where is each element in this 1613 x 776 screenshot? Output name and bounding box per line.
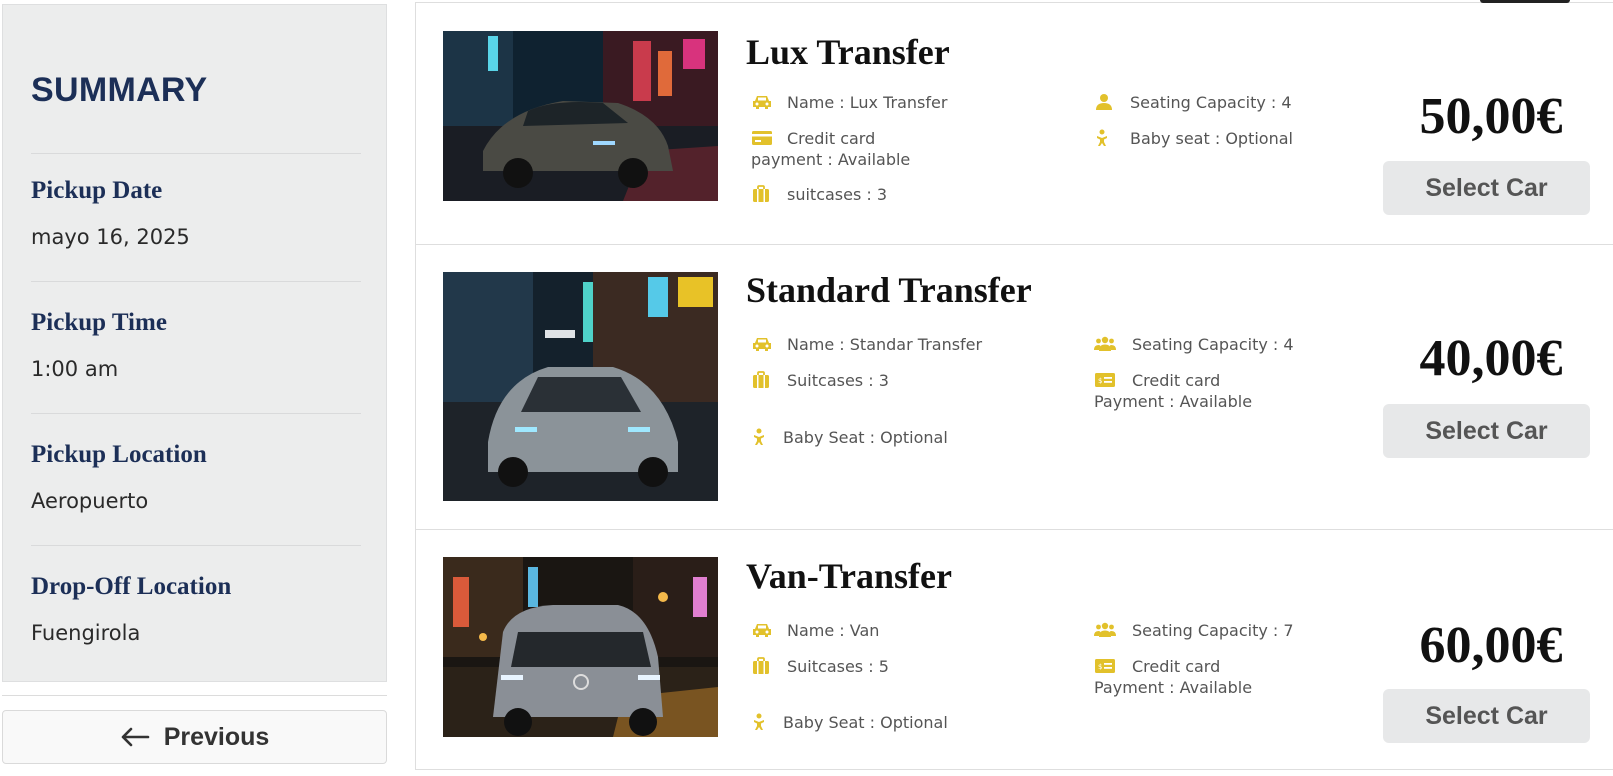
feature-baby-seat: Baby Seat : Optional xyxy=(751,712,948,733)
feature-name-text: Name : Van xyxy=(787,621,880,640)
feature-name-text: Name : Standar Transfer xyxy=(787,335,983,354)
svg-text:$: $ xyxy=(1098,663,1102,671)
dropoff-location-value: Fuengirola xyxy=(31,621,141,645)
summary-panel: SUMMARY Pickup Date mayo 16, 2025 Pickup… xyxy=(2,4,387,682)
feature-payment-text-2: Payment : Available xyxy=(1094,392,1253,411)
divider xyxy=(31,413,361,414)
divider xyxy=(31,281,361,282)
car-icon xyxy=(751,335,773,353)
summary-title: SUMMARY xyxy=(31,71,208,109)
select-car-button[interactable]: Select Car xyxy=(1383,689,1590,743)
feature-payment-text-2: payment : Available xyxy=(751,150,911,169)
previous-label: Previous xyxy=(163,722,270,751)
price: 40,00€ xyxy=(1419,330,1563,387)
car-name: Van-Transfer xyxy=(746,556,952,596)
feature-seats: Seating Capacity : 7 xyxy=(1094,620,1294,641)
pickup-time-value: 1:00 am xyxy=(31,357,119,381)
car-photo xyxy=(443,557,718,737)
feature-baby-seat: Baby Seat : Optional xyxy=(751,427,948,448)
feature-payment-text-2: Payment : Available xyxy=(1094,678,1253,697)
pickup-date-value: mayo 16, 2025 xyxy=(31,225,190,249)
feature-suitcases-text: suitcases : 3 xyxy=(787,185,888,204)
feature-payment: $ Credit card Payment : Available xyxy=(1094,656,1252,698)
feature-suitcases: Suitcases : 5 xyxy=(751,656,889,677)
feature-payment: $ Credit card Payment : Available xyxy=(1094,370,1252,412)
price: 60,00€ xyxy=(1419,617,1563,674)
price: 50,00€ xyxy=(1419,88,1563,145)
car-name: Standard Transfer xyxy=(746,270,1032,310)
feature-seats-text: Seating Capacity : 4 xyxy=(1130,93,1292,112)
feature-seats-text: Seating Capacity : 4 xyxy=(1132,335,1294,354)
divider xyxy=(31,153,361,154)
car-card-van: Van-Transfer Name : Van Suitcases : 5 Ba… xyxy=(416,529,1613,769)
suitcase-icon xyxy=(751,371,773,389)
feature-suitcases: Suitcases : 3 xyxy=(751,370,889,391)
select-car-button[interactable]: Select Car xyxy=(1383,404,1590,458)
feature-baby-text: Baby Seat : Optional xyxy=(783,713,948,732)
money-bill-icon: $ xyxy=(1094,657,1116,675)
feature-name: Name : Van xyxy=(751,620,879,641)
suitcase-icon xyxy=(751,657,773,675)
baby-icon xyxy=(751,428,773,446)
car-name: Lux Transfer xyxy=(746,32,950,72)
divider xyxy=(2,695,387,696)
car-card-lux: Lux Transfer Name : Lux Transfer Credit … xyxy=(416,3,1613,244)
divider xyxy=(31,545,361,546)
dropoff-location-label: Drop-Off Location xyxy=(31,573,232,600)
feature-baby-text: Baby Seat : Optional xyxy=(783,428,948,447)
feature-name: Name : Standar Transfer xyxy=(751,334,982,355)
header-tab-edge xyxy=(1480,0,1570,3)
arrow-left-icon xyxy=(120,727,150,747)
feature-suitcases-text: Suitcases : 3 xyxy=(787,371,889,390)
baby-icon xyxy=(1094,129,1116,147)
pickup-time-label: Pickup Time xyxy=(31,309,167,336)
money-bill-icon: $ xyxy=(1094,371,1116,389)
svg-text:$: $ xyxy=(1098,377,1102,385)
users-icon xyxy=(1094,621,1116,639)
user-icon xyxy=(1094,93,1116,111)
pickup-date-label: Pickup Date xyxy=(31,177,163,204)
feature-payment-text: Credit card xyxy=(1132,657,1221,676)
car-icon xyxy=(751,621,773,639)
baby-icon xyxy=(751,713,773,731)
previous-button[interactable]: Previous xyxy=(2,710,387,764)
credit-card-icon xyxy=(751,129,773,147)
feature-payment-text: Credit card xyxy=(1132,371,1221,390)
car-icon xyxy=(751,93,773,111)
feature-suitcases-text: Suitcases : 5 xyxy=(787,657,889,676)
pickup-location-label: Pickup Location xyxy=(31,441,207,468)
users-icon xyxy=(1094,335,1116,353)
select-car-button[interactable]: Select Car xyxy=(1383,161,1590,215)
feature-payment-text: Credit card xyxy=(787,129,876,148)
feature-seats: Seating Capacity : 4 xyxy=(1094,334,1294,355)
feature-baby-text: Baby seat : Optional xyxy=(1130,129,1293,148)
feature-name-text: Name : Lux Transfer xyxy=(787,93,948,112)
car-card-standard: Standard Transfer Name : Standar Transfe… xyxy=(416,244,1613,529)
pickup-location-value: Aeropuerto xyxy=(31,489,149,513)
feature-seats: Seating Capacity : 4 xyxy=(1094,92,1292,113)
feature-payment: Credit card payment : Available xyxy=(751,128,910,170)
car-photo xyxy=(443,31,718,201)
feature-baby-seat: Baby seat : Optional xyxy=(1094,128,1293,149)
car-photo xyxy=(443,272,718,501)
suitcase-icon xyxy=(751,185,773,203)
feature-name: Name : Lux Transfer xyxy=(751,92,947,113)
car-list: Lux Transfer Name : Lux Transfer Credit … xyxy=(415,2,1613,770)
feature-seats-text: Seating Capacity : 7 xyxy=(1132,621,1294,640)
feature-suitcases: suitcases : 3 xyxy=(751,184,887,205)
